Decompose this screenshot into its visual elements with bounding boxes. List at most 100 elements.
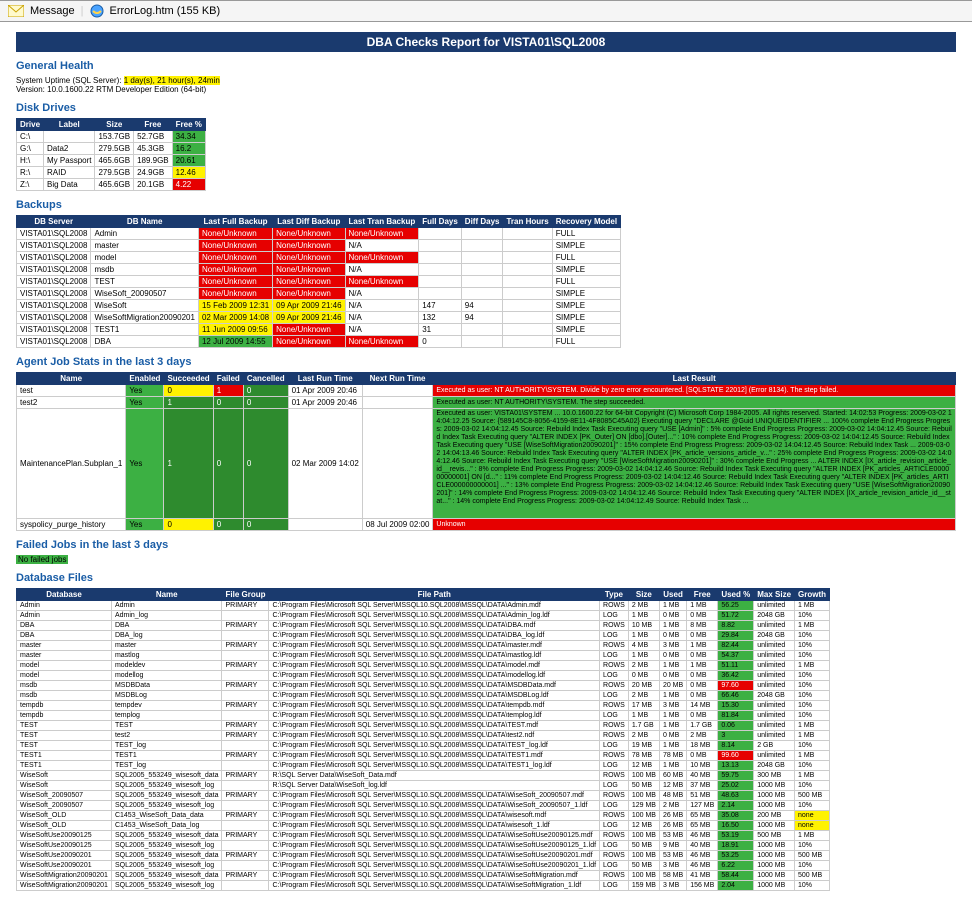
table-cell: 2.14 (718, 801, 754, 811)
table-cell (222, 841, 269, 851)
table-cell: 1 MB (628, 631, 659, 641)
table-cell: 59.75 (718, 771, 754, 781)
col-header: Diff Days (461, 216, 503, 228)
table-cell: WiseSoft (17, 781, 112, 791)
table-cell: PRIMARY (222, 681, 269, 691)
table-cell: Big Data (44, 179, 95, 191)
table-cell: C:\Program Files\Microsoft SQL Server\MS… (269, 861, 600, 871)
table-cell: 36.42 (718, 671, 754, 681)
table-cell: PRIMARY (222, 701, 269, 711)
table-cell: 10% (795, 691, 830, 701)
table-cell: ROWS (600, 721, 629, 731)
table-cell: 1 (164, 409, 213, 519)
table-cell: None/Unknown (273, 240, 345, 252)
table-cell: none (795, 811, 830, 821)
table-cell: Admin (17, 601, 112, 611)
table-cell: SIMPLE (552, 300, 620, 312)
tab-message[interactable]: Message (30, 5, 75, 17)
table-cell: 66.46 (718, 691, 754, 701)
table-cell (503, 252, 552, 264)
table-cell: 0 (243, 385, 288, 397)
table-cell: LOG (600, 631, 629, 641)
table-cell: LOG (600, 761, 629, 771)
table-row: R:\RAID279.5GB24.9GB12.46 (17, 167, 206, 179)
table-cell: msdb (91, 264, 199, 276)
section-general-health: General Health (16, 60, 956, 72)
table-row: testYes01001 Apr 2009 20:46Executed as u… (17, 385, 956, 397)
table-cell: 127 MB (687, 801, 718, 811)
col-header: Last Tran Backup (345, 216, 419, 228)
section-failed-jobs: Failed Jobs in the last 3 days (16, 539, 956, 551)
table-cell: 1000 MB (754, 791, 795, 801)
table-cell: PRIMARY (222, 641, 269, 651)
table-row: tempdbtemplogC:\Program Files\Microsoft … (17, 711, 830, 721)
table-cell: SQL2005_553249_wisesoft_data (111, 791, 222, 801)
table-cell: ROWS (600, 751, 629, 761)
tab-errorlog[interactable]: ErrorLog.htm (155 KB) (110, 5, 221, 17)
table-cell: ROWS (600, 601, 629, 611)
table-cell: 50 MB (628, 861, 659, 871)
table-cell (461, 276, 503, 288)
table-cell: 94 (461, 312, 503, 324)
table-row: mastermastlogC:\Program Files\Microsoft … (17, 651, 830, 661)
table-cell: WiseSoft (17, 771, 112, 781)
table-cell: 40 MB (687, 841, 718, 851)
col-header: DB Name (91, 216, 199, 228)
table-cell: 100 MB (628, 771, 659, 781)
table-cell: None/Unknown (273, 288, 345, 300)
table-cell: master (111, 641, 222, 651)
table-row: H:\My Passport465.6GB189.9GB20.61 (17, 155, 206, 167)
table-cell: PRIMARY (222, 721, 269, 731)
table-cell: 10% (795, 611, 830, 621)
table-cell: Yes (126, 409, 164, 519)
table-cell: FULL (552, 252, 620, 264)
table-row: WiseSoft_20090507SQL2005_553249_wisesoft… (17, 791, 830, 801)
table-cell: MSDBData (111, 681, 222, 691)
table-cell: None/Unknown (273, 252, 345, 264)
table-cell: ROWS (600, 731, 629, 741)
table-cell: 500 MB (795, 791, 830, 801)
col-header: Name (17, 373, 126, 385)
table-cell: modellog (111, 671, 222, 681)
table-cell: MaintenancePlan.Subplan_1 (17, 409, 126, 519)
table-cell: 3 (718, 731, 754, 741)
table-cell: WiseSoftMigration20090201 (17, 871, 112, 881)
table-row: WiseSoftUse20090201SQL2005_553249_wiseso… (17, 851, 830, 861)
table-cell: 0 (164, 385, 213, 397)
table-cell: SQL2005_553249_wisesoft_log (111, 841, 222, 851)
table-cell: 0 MB (687, 651, 718, 661)
table-cell: 10% (795, 671, 830, 681)
table-cell: G:\ (17, 143, 44, 155)
table-cell (503, 336, 552, 348)
table-cell: PRIMARY (222, 751, 269, 761)
table-cell: 1 MB (659, 621, 686, 631)
table-cell: Unknown (433, 519, 956, 531)
table-cell: ROWS (600, 811, 629, 821)
col-header: Database (17, 589, 112, 601)
table-cell: 2 MB (628, 691, 659, 701)
table-cell: None/Unknown (345, 276, 419, 288)
table-cell: 0 (243, 397, 288, 409)
table-cell (222, 631, 269, 641)
table-row: WiseSoftSQL2005_553249_wisesoft_logR:\SQ… (17, 781, 830, 791)
table-row: WiseSoftUse20090125SQL2005_553249_wiseso… (17, 841, 830, 851)
files-table: DatabaseNameFile GroupFile PathTypeSizeU… (16, 588, 830, 891)
table-cell: 0 MB (687, 681, 718, 691)
col-header: Size (95, 119, 134, 131)
table-cell: 1000 MB (754, 871, 795, 881)
table-cell (362, 409, 433, 519)
table-cell: 1 MB (659, 741, 686, 751)
table-cell (503, 240, 552, 252)
table-cell: TEST_log (111, 741, 222, 751)
table-row: test2Yes10001 Apr 2009 20:46Executed as … (17, 397, 956, 409)
table-row: tempdbtempdevPRIMARYC:\Program Files\Mic… (17, 701, 830, 711)
table-cell: Executed as user: NT AUTHORITY\SYSTEM. D… (433, 385, 956, 397)
table-cell: 13.13 (718, 761, 754, 771)
table-cell: 0 MB (659, 651, 686, 661)
table-cell: TEST (111, 721, 222, 731)
table-cell: SIMPLE (552, 324, 620, 336)
table-cell: unlimited (754, 601, 795, 611)
table-cell: 1 (164, 397, 213, 409)
table-cell: none (795, 821, 830, 831)
table-cell: 1 MB (687, 601, 718, 611)
